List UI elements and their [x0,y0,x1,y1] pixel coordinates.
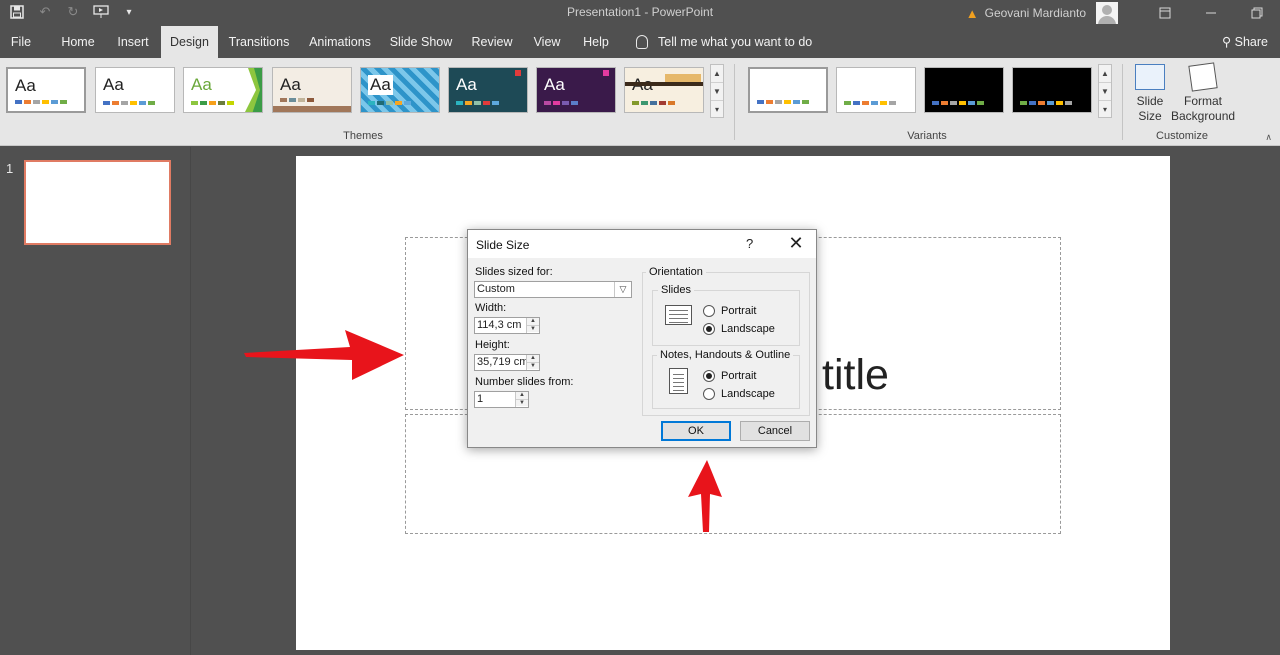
annotation-arrows [244,330,722,532]
arrow-up-annotation [688,460,722,532]
arrow-right-annotation [244,330,404,380]
